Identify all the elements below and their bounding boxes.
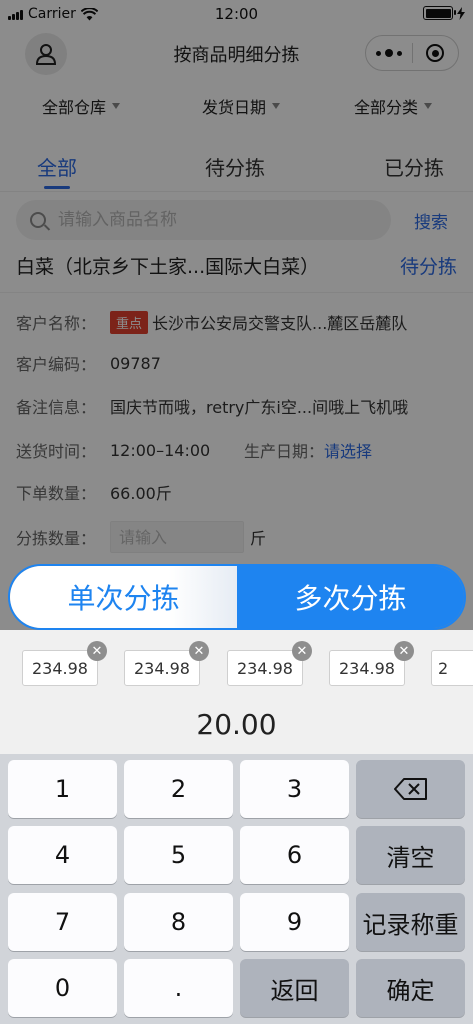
key-0[interactable]: 0 (8, 959, 117, 1017)
key-dot[interactable]: . (124, 959, 233, 1017)
weight-records-area: 234.98 ✕ 234.98 ✕ 234.98 ✕ 234.98 ✕ 2 20… (0, 630, 473, 754)
remove-icon[interactable]: ✕ (189, 641, 209, 661)
single-sort-button[interactable]: 单次分拣 (10, 566, 237, 628)
remove-icon[interactable]: ✕ (87, 641, 107, 661)
key-5[interactable]: 5 (124, 826, 233, 884)
weight-record-value: 234.98 (134, 658, 190, 678)
weight-record-chip[interactable]: 234.98 ✕ (124, 641, 209, 686)
key-7[interactable]: 7 (8, 893, 117, 951)
key-3[interactable]: 3 (240, 760, 349, 818)
weight-record-value: 234.98 (32, 658, 88, 678)
key-6[interactable]: 6 (240, 826, 349, 884)
sorting-panel: 单次分拣 多次分拣 234.98 ✕ 234.98 ✕ 234.98 ✕ 234… (0, 564, 473, 1024)
backspace-key[interactable] (356, 760, 465, 818)
weight-total: 20.00 (196, 708, 277, 741)
key-9[interactable]: 9 (240, 893, 349, 951)
multi-sort-button[interactable]: 多次分拣 (237, 566, 464, 628)
weight-record-value: 2 (438, 658, 449, 678)
weight-record-chip[interactable]: 234.98 ✕ (329, 641, 414, 686)
weight-record-chip[interactable]: 234.98 ✕ (22, 641, 107, 686)
weight-record-list: 234.98 ✕ 234.98 ✕ 234.98 ✕ 234.98 ✕ 2 (0, 640, 473, 690)
numeric-keypad: 1 2 3 4 5 6 清空 7 8 9 记录称重 0 . 返回 确定 (0, 754, 473, 1024)
remove-icon[interactable]: ✕ (394, 641, 414, 661)
key-2[interactable]: 2 (124, 760, 233, 818)
weight-record-value: 234.98 (339, 658, 395, 678)
back-key[interactable]: 返回 (240, 959, 349, 1017)
backspace-icon (393, 778, 427, 800)
confirm-key[interactable]: 确定 (356, 959, 465, 1017)
weight-record-chip[interactable]: 234.98 ✕ (227, 641, 312, 686)
weight-record-chip[interactable]: 2 (431, 650, 473, 686)
remove-icon[interactable]: ✕ (292, 641, 312, 661)
clear-key[interactable]: 清空 (356, 826, 465, 884)
sort-mode-toggle: 单次分拣 多次分拣 (8, 564, 466, 630)
key-1[interactable]: 1 (8, 760, 117, 818)
page-root: Carrier 12:00 按商品明细分拣 全部仓库 发货日期 全部分类 全部 … (0, 0, 473, 1024)
record-weight-key[interactable]: 记录称重 (356, 893, 465, 951)
key-8[interactable]: 8 (124, 893, 233, 951)
key-4[interactable]: 4 (8, 826, 117, 884)
weight-record-value: 234.98 (237, 658, 293, 678)
